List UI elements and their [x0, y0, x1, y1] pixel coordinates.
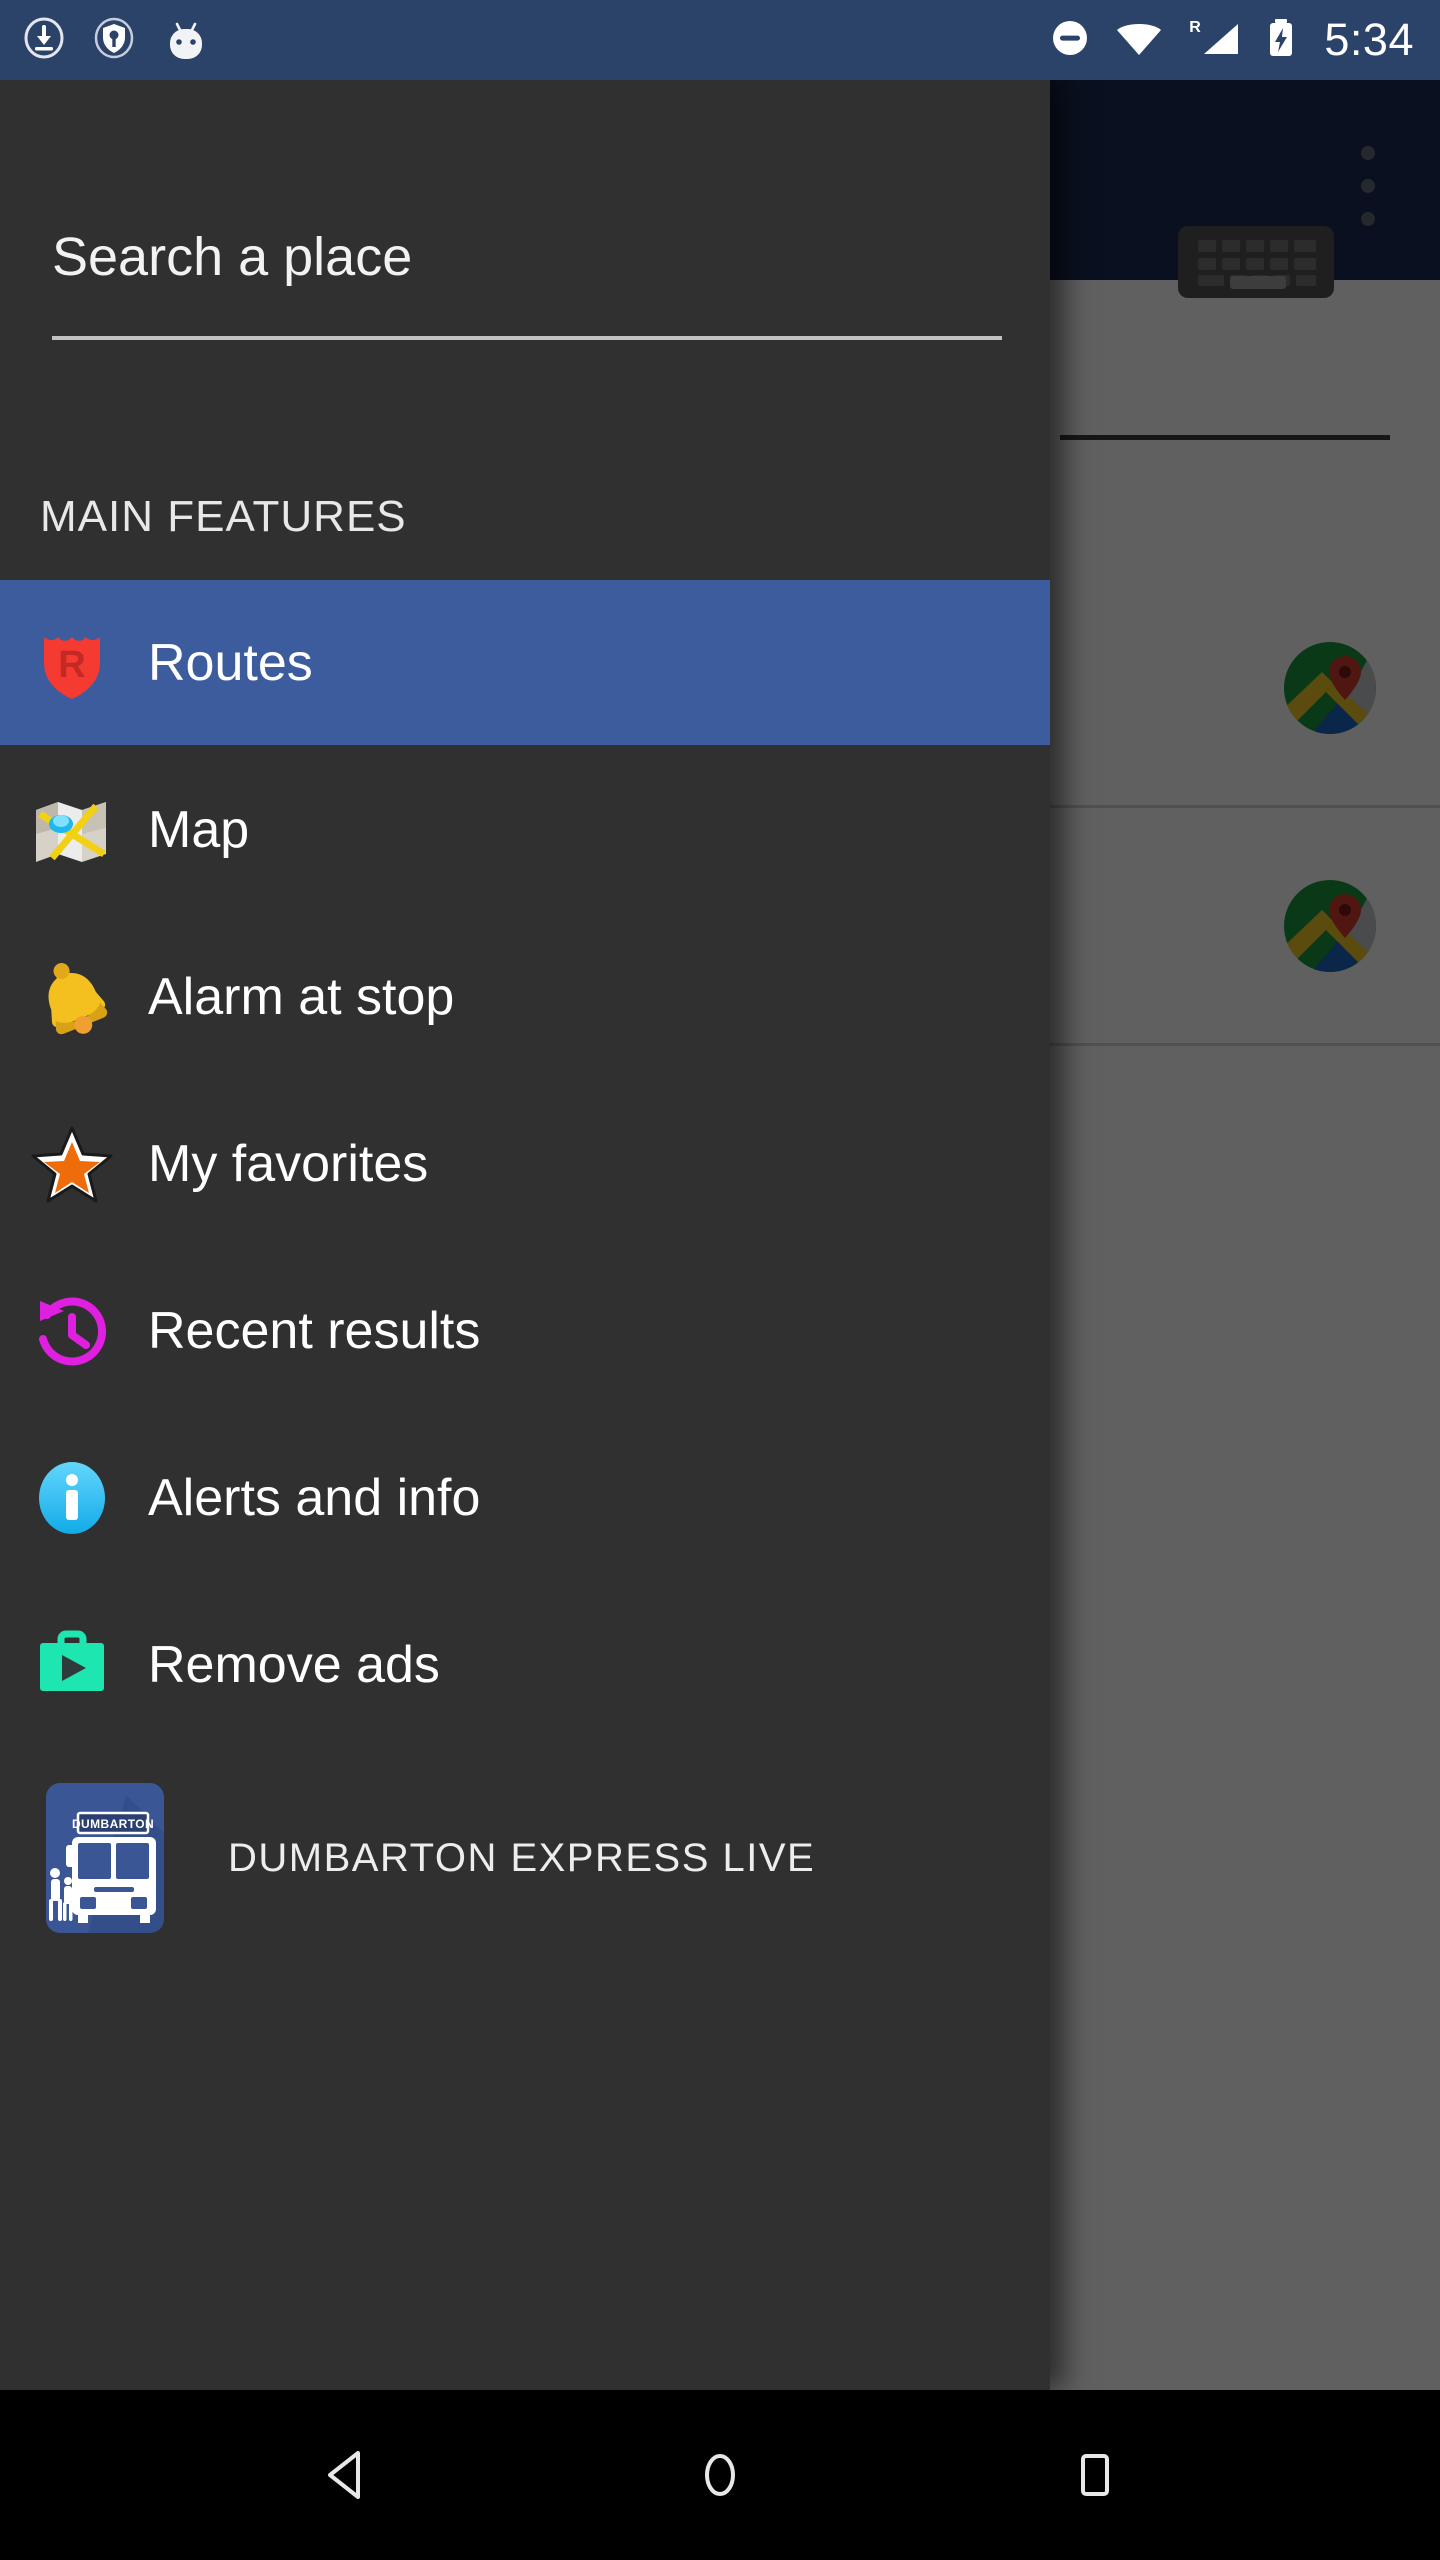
- status-bar-notification-icons: [22, 0, 210, 80]
- vpn-key-shield-icon: [92, 16, 136, 65]
- battery-charging-icon: [1264, 16, 1298, 65]
- navigation-drawer: Search a place MAIN FEATURES R Routes Ma…: [0, 80, 1050, 2390]
- system-navigation-bar: [0, 2390, 1440, 2560]
- section-header-main-features: MAIN FEATURES: [40, 492, 407, 541]
- svg-text:R: R: [1190, 19, 1202, 36]
- red-shield-r-icon: R: [30, 621, 114, 705]
- status-bar-system-icons: R 5:34: [1048, 0, 1414, 80]
- drawer-item-label: Routes: [148, 633, 313, 692]
- back-button[interactable]: [250, 2390, 450, 2560]
- dumbarton-bus-app-icon: DUMBARTON: [30, 1775, 195, 1940]
- search-underline: [52, 336, 1002, 340]
- status-bar-clock: 5:34: [1324, 13, 1414, 65]
- drawer-item-alerts-and-info[interactable]: Alerts and info: [0, 1415, 1050, 1580]
- drawer-item-recent-results[interactable]: Recent results: [0, 1248, 1050, 1413]
- do-not-disturb-icon: [1048, 16, 1092, 65]
- drawer-item-label: DUMBARTON EXPRESS LIVE: [228, 1835, 816, 1880]
- status-bar: R 5:34: [0, 0, 1440, 80]
- drawer-item-map[interactable]: Map: [0, 747, 1050, 912]
- drawer-item-label: My favorites: [148, 1134, 429, 1193]
- drawer-item-label: Remove ads: [148, 1635, 440, 1694]
- wifi-icon: [1114, 16, 1164, 65]
- drawer-item-remove-ads[interactable]: Remove ads: [0, 1582, 1050, 1747]
- drawer-item-dumbarton-express-live[interactable]: DUMBARTON DUMBARTON EXPRESS LIVE: [0, 1770, 1050, 1945]
- download-icon: [22, 16, 66, 65]
- home-circle-icon: [705, 2454, 735, 2496]
- search-field[interactable]: Search a place: [0, 80, 1050, 380]
- drawer-item-label: Recent results: [148, 1301, 481, 1360]
- history-clock-icon: [30, 1289, 114, 1373]
- bell-icon: [30, 955, 114, 1039]
- drawer-item-label: Map: [148, 800, 250, 859]
- play-store-bag-icon: [30, 1623, 114, 1707]
- svg-text:DUMBARTON: DUMBARTON: [72, 1817, 154, 1831]
- star-icon: [30, 1122, 114, 1206]
- cell-signal-roaming-icon: R: [1186, 16, 1242, 65]
- search-input[interactable]: Search a place: [52, 230, 1002, 284]
- android-head-icon: [162, 16, 210, 65]
- home-button[interactable]: [620, 2390, 820, 2560]
- drawer-item-label: Alarm at stop: [148, 967, 455, 1026]
- phone-screen: Search a place MAIN FEATURES R Routes Ma…: [0, 0, 1440, 2560]
- recents-square-icon: [1081, 2454, 1109, 2496]
- drawer-item-alarm-at-stop[interactable]: Alarm at stop: [0, 914, 1050, 1079]
- svg-text:R: R: [58, 644, 85, 686]
- drawer-item-my-favorites[interactable]: My favorites: [0, 1081, 1050, 1246]
- drawer-item-label: Alerts and info: [148, 1468, 481, 1527]
- back-triangle-icon: [328, 2451, 360, 2499]
- folded-map-icon: [30, 788, 114, 872]
- info-circle-icon: [30, 1456, 114, 1540]
- drawer-item-routes[interactable]: R Routes: [0, 580, 1050, 745]
- recents-button[interactable]: [995, 2390, 1195, 2560]
